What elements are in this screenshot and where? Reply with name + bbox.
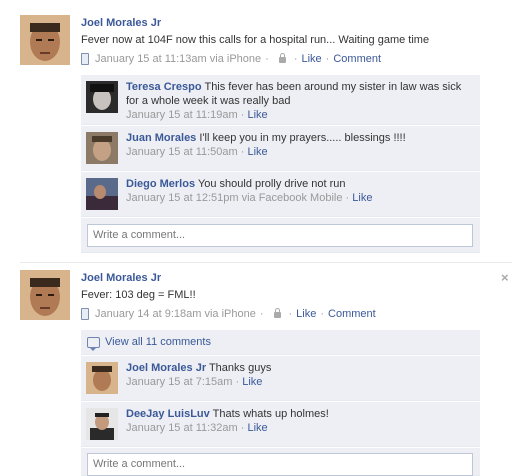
like-link[interactable]: Like	[301, 53, 321, 65]
comment-link[interactable]: Comment	[333, 53, 381, 65]
comment-link[interactable]: Comment	[328, 308, 376, 320]
commenter-name-link[interactable]: DeeJay LuisLuv	[126, 408, 210, 420]
comment-item: DeeJay LuisLuv Thats whats up holmes! Ja…	[81, 402, 480, 447]
author-avatar[interactable]	[20, 15, 70, 65]
commenter-avatar[interactable]	[86, 362, 118, 394]
separator-dot: ·	[288, 308, 293, 320]
comment-item: Joel Morales Jr Thanks guys January 15 a…	[81, 356, 480, 401]
separator-dot: ·	[240, 146, 245, 158]
comment-composer: Write a comment...	[81, 218, 480, 253]
commenter-avatar[interactable]	[86, 408, 118, 440]
comment-input[interactable]: Write a comment...	[87, 224, 473, 247]
comment-body: Juan Morales I'll keep you in my prayers…	[126, 131, 474, 159]
commenter-name-link[interactable]: Diego Merlos	[126, 178, 195, 190]
post-timestamp[interactable]: January 14 at 9:18am via iPhone	[95, 308, 256, 320]
comment-text: You should prolly drive not run	[197, 178, 346, 190]
post-meta: January 15 at 11:13am via iPhone · · Lik…	[81, 53, 381, 65]
comment-body: Joel Morales Jr Thanks guys January 15 a…	[126, 361, 474, 389]
comment-timestamp[interactable]: January 15 at 11:50am	[126, 146, 238, 158]
comment-timestamp[interactable]: January 15 at 7:15am	[126, 376, 232, 388]
post-author-link[interactable]: Joel Morales Jr	[81, 272, 161, 284]
comment-text: Thanks guys	[208, 362, 272, 374]
comment-body: DeeJay LuisLuv Thats whats up holmes! Ja…	[126, 407, 474, 435]
post-message: Fever now at 104F now this calls for a h…	[81, 34, 430, 46]
comment-composer: Write a comment...	[81, 448, 480, 476]
comment-like-link[interactable]: Like	[352, 192, 372, 204]
view-all-label[interactable]: View all 11 comments	[105, 336, 211, 348]
comment-timestamp[interactable]: January 15 at 11:32am	[126, 422, 238, 434]
separator-dot: ·	[293, 53, 298, 65]
comment-thread-1: Teresa Crespo This fever has been around…	[81, 75, 480, 253]
view-all-comments-row: View all 11 comments	[81, 330, 480, 355]
separator-dot: ·	[325, 53, 330, 65]
comment-thread-2: View all 11 comments Joel Morales Jr Tha…	[81, 330, 480, 476]
comment-like-link[interactable]: Like	[242, 376, 262, 388]
separator-dot: ·	[240, 422, 245, 434]
post-author-link[interactable]: Joel Morales Jr	[81, 17, 161, 29]
post-message: Fever: 103 deg = FML!!	[81, 289, 196, 301]
separator-dot: ·	[240, 109, 245, 121]
phone-icon	[81, 308, 89, 320]
comment-item: Diego Merlos You should prolly drive not…	[81, 172, 480, 217]
separator-dot: ·	[235, 376, 240, 388]
author-avatar[interactable]	[20, 270, 70, 320]
commenter-avatar[interactable]	[86, 178, 118, 210]
commenter-avatar[interactable]	[86, 132, 118, 164]
comment-timestamp[interactable]: January 15 at 11:19am	[126, 109, 238, 121]
post-timestamp[interactable]: January 15 at 11:13am via iPhone	[95, 53, 261, 65]
comment-input[interactable]: Write a comment...	[87, 453, 473, 476]
comment-like-link[interactable]: Like	[248, 109, 268, 121]
comment-item: Juan Morales I'll keep you in my prayers…	[81, 126, 480, 171]
like-link[interactable]: Like	[296, 308, 316, 320]
comment-timestamp[interactable]: January 15 at 12:51pm via Facebook Mobil…	[126, 192, 342, 204]
lock-icon[interactable]	[278, 53, 286, 63]
commenter-name-link[interactable]: Juan Morales	[126, 132, 196, 144]
comment-like-link[interactable]: Like	[248, 422, 268, 434]
commenter-name-link[interactable]: Teresa Crespo	[126, 81, 202, 93]
separator-dot: ·	[265, 53, 269, 65]
commenter-avatar[interactable]	[86, 81, 118, 113]
separator-dot: ·	[320, 308, 325, 320]
comment-body: Diego Merlos You should prolly drive not…	[126, 177, 474, 205]
comment-text: I'll keep you in my prayers..... blessin…	[199, 132, 406, 144]
story-divider	[20, 262, 512, 263]
lock-icon[interactable]	[273, 308, 281, 318]
post-meta: January 14 at 9:18am via iPhone · · Like…	[81, 308, 376, 320]
view-all-comments-link[interactable]: View all 11 comments	[87, 336, 211, 351]
commenter-name-link[interactable]: Joel Morales Jr	[126, 362, 206, 374]
separator-dot: ·	[345, 192, 350, 204]
comment-bubble-icon	[87, 336, 100, 351]
phone-icon	[81, 53, 89, 65]
comment-text: Thats whats up holmes!	[212, 408, 329, 420]
comment-like-link[interactable]: Like	[248, 146, 268, 158]
comment-body: Teresa Crespo This fever has been around…	[126, 80, 474, 122]
comment-item: Teresa Crespo This fever has been around…	[81, 75, 480, 125]
separator-dot: ·	[259, 308, 264, 320]
